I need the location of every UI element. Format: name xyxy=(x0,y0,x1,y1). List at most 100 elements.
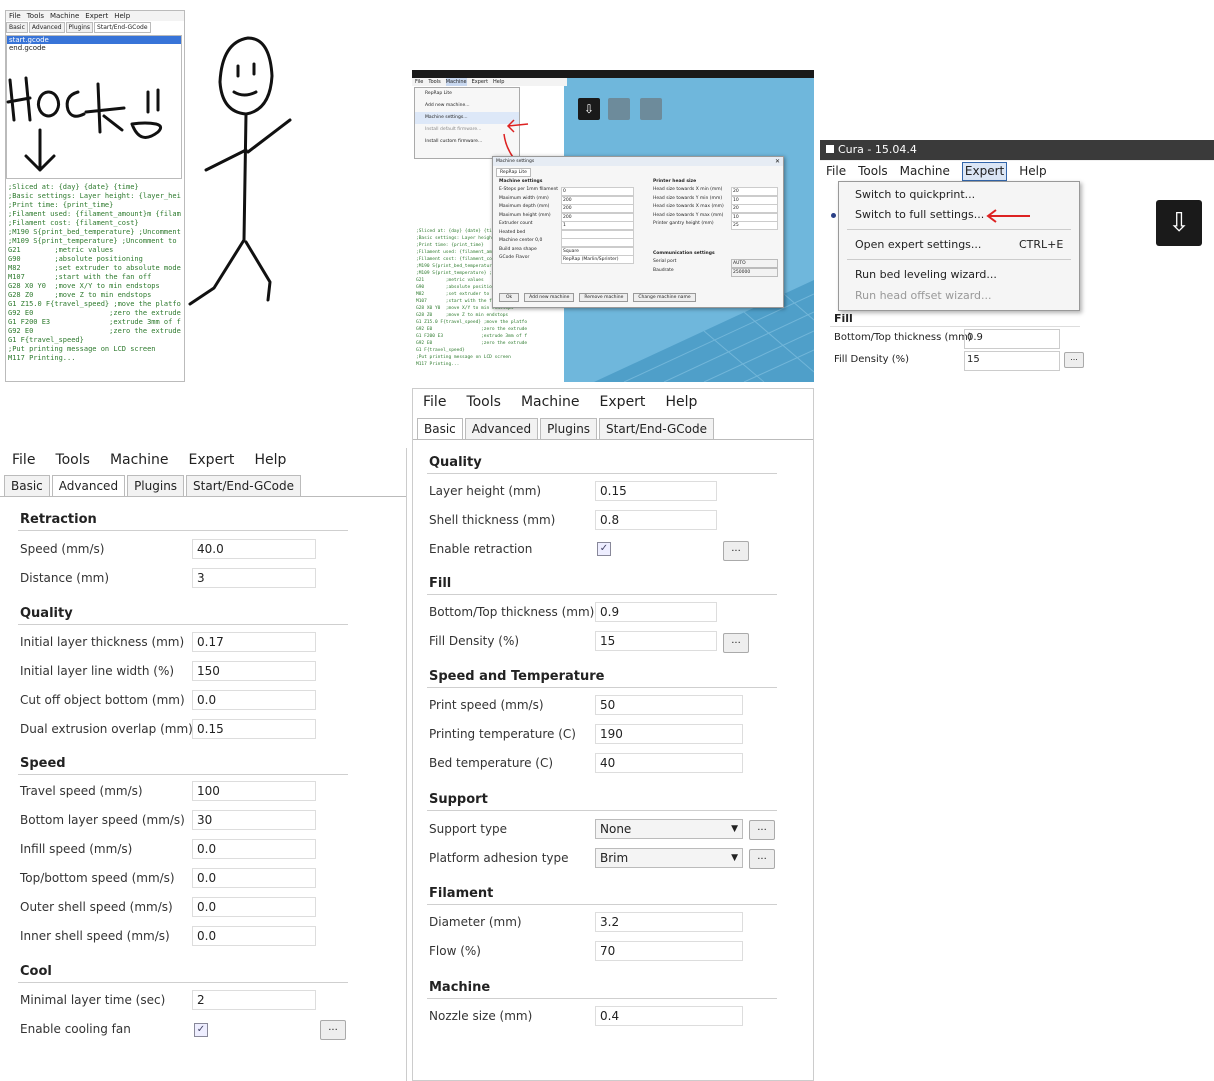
menu-expert[interactable]: Expert xyxy=(189,448,235,472)
menu-machine[interactable]: Machine xyxy=(110,448,169,472)
tab-bar: Basic Advanced Plugins Start/End-GCode xyxy=(413,417,813,440)
speed-input[interactable]: 0.0 xyxy=(192,926,316,946)
menu-machine[interactable]: Machine xyxy=(900,161,950,181)
tab-advanced[interactable]: Advanced xyxy=(51,475,126,496)
menu-tools[interactable]: Tools xyxy=(466,389,501,415)
retraction-input[interactable]: 40.0 xyxy=(192,539,316,559)
fill-input[interactable]: 15 xyxy=(595,631,717,651)
add-new-machine-button[interactable]: Add new machine xyxy=(524,293,575,302)
dialog-field-label: E-Steps per 1mm filament xyxy=(499,187,559,192)
change-machine-name-button[interactable]: Change machine name xyxy=(633,293,696,302)
tab-plugins[interactable]: Plugins xyxy=(540,418,598,439)
fill-settings-button[interactable]: ... xyxy=(1064,352,1084,368)
speed-input[interactable]: 190 xyxy=(595,724,743,744)
dialog-select[interactable]: 250000 xyxy=(731,268,778,277)
support-settings-button[interactable]: ... xyxy=(749,849,775,869)
tab-start-end-gcode[interactable]: Start/End-GCode xyxy=(186,475,301,496)
speed-input[interactable]: 40 xyxy=(595,753,743,773)
menu-help[interactable]: Help xyxy=(665,389,697,415)
tool-button-youmagine[interactable] xyxy=(640,98,662,120)
menu-item-switch-to-quickprint[interactable]: Switch to quickprint... xyxy=(855,188,975,201)
dialog-field-input[interactable]: 25 xyxy=(731,221,778,230)
cool-input[interactable]: 2 xyxy=(192,990,316,1010)
cool-label: Enable cooling fan xyxy=(20,1022,131,1036)
tab-plugins[interactable]: Plugins xyxy=(127,475,185,496)
support-select-value: Brim xyxy=(600,851,629,865)
cooling-fan-settings-button[interactable]: ... xyxy=(320,1020,346,1040)
menubar: File Tools Machine Expert Help xyxy=(412,78,567,86)
speed-input[interactable]: 0.0 xyxy=(192,839,316,859)
menu-expert[interactable]: Expert xyxy=(961,162,1008,181)
menu-item-reprap-lite[interactable]: RepRap Lite xyxy=(415,88,519,100)
dialog-field-row: Printer gantry height (mm) 25 xyxy=(653,221,778,230)
support-settings-button[interactable]: ... xyxy=(749,820,775,840)
window-title: Cura - 15.04.4 xyxy=(838,143,917,156)
quality-input[interactable]: 0.8 xyxy=(595,510,717,530)
menu-help[interactable]: Help xyxy=(493,78,504,86)
dialog-field-row: E-Steps per 1mm filament 0 xyxy=(499,187,634,196)
ok-button[interactable]: Ok xyxy=(499,293,520,302)
fill-density-input[interactable]: 15 xyxy=(964,351,1060,371)
menu-expert[interactable]: Expert xyxy=(472,78,488,86)
quality-input[interactable]: 150 xyxy=(192,661,316,681)
menu-help[interactable]: Help xyxy=(254,448,286,472)
section-divider xyxy=(18,774,348,775)
tab-start-end-gcode[interactable]: Start/End-GCode xyxy=(599,418,714,439)
menu-file[interactable]: File xyxy=(12,448,35,472)
machine-settings-screenshot: File Tools Machine Expert Help RepRap Li… xyxy=(412,70,814,382)
load-model-button[interactable]: ⇩ xyxy=(1156,200,1202,246)
speed-label: Inner shell speed (mm/s) xyxy=(20,929,170,943)
tab-advanced[interactable]: Advanced xyxy=(464,418,539,439)
section-title-filament: Filament xyxy=(429,886,494,901)
speed-input[interactable]: 0.0 xyxy=(192,897,316,917)
support-select[interactable]: None ▼ xyxy=(595,819,743,839)
retraction-settings-button[interactable]: ... xyxy=(723,541,749,561)
menu-machine[interactable]: Machine xyxy=(445,78,467,86)
section-divider xyxy=(427,687,777,688)
enable-retraction-checkbox[interactable]: ✓ xyxy=(597,542,611,556)
filament-input[interactable]: 3.2 xyxy=(595,912,743,932)
tool-button-sd[interactable] xyxy=(608,98,630,120)
remove-machine-button[interactable]: Remove machine xyxy=(579,293,629,302)
enable-cooling-fan-checkbox[interactable]: ✓ xyxy=(194,1023,208,1037)
dialog-field-input[interactable]: RepRap (Marlin/Sprinter) xyxy=(561,255,634,264)
menu-tools[interactable]: Tools xyxy=(428,78,440,86)
menu-item-open-expert-settings[interactable]: Open expert settings... xyxy=(855,238,981,251)
menu-machine[interactable]: Machine xyxy=(521,389,580,415)
tab-basic[interactable]: Basic xyxy=(417,418,463,439)
tab-basic[interactable]: Basic xyxy=(4,475,50,496)
speed-input[interactable]: 100 xyxy=(192,781,316,801)
dialog-select[interactable]: AUTO xyxy=(731,259,778,268)
dialog-tab[interactable]: RepRap Lite xyxy=(496,168,531,177)
dialog-field-row: Head size towards X max (mm) 20 xyxy=(653,204,778,213)
chevron-down-icon: ▼ xyxy=(731,853,738,863)
menu-file[interactable]: File xyxy=(423,389,446,415)
dialog-field-label: Head size towards Y max (mm) xyxy=(653,212,724,218)
quality-input[interactable]: 0.0 xyxy=(192,690,316,710)
menu-expert[interactable]: Expert xyxy=(600,389,646,415)
fill-input[interactable]: 0.9 xyxy=(595,602,717,622)
menu-file[interactable]: File xyxy=(826,161,846,181)
quality-input[interactable]: 0.17 xyxy=(192,632,316,652)
fill-settings-button[interactable]: ... xyxy=(723,633,749,653)
menu-tools[interactable]: Tools xyxy=(858,161,888,181)
bottom-top-thickness-input[interactable]: 0.9 xyxy=(964,329,1060,349)
menu-tools[interactable]: Tools xyxy=(55,448,90,472)
machine-input[interactable]: 0.4 xyxy=(595,1006,743,1026)
support-select[interactable]: Brim ▼ xyxy=(595,848,743,868)
menu-file[interactable]: File xyxy=(415,78,423,86)
menubar: File Tools Machine Expert Help xyxy=(0,448,406,472)
quality-input[interactable]: 0.15 xyxy=(192,719,316,739)
filament-input[interactable]: 70 xyxy=(595,941,743,961)
menu-help[interactable]: Help xyxy=(1019,161,1046,181)
menu-item-switch-to-full-settings[interactable]: Switch to full settings... xyxy=(855,208,984,221)
gcode-line: G92 E0 ;zero the extrude xyxy=(416,327,528,332)
quality-input[interactable]: 0.15 xyxy=(595,481,717,501)
speed-input[interactable]: 30 xyxy=(192,810,316,830)
menu-item-run-bed-leveling-wizard[interactable]: Run bed leveling wizard... xyxy=(855,268,997,281)
menu-item-add-new-machine[interactable]: Add new machine... xyxy=(415,100,519,112)
retraction-input[interactable]: 3 xyxy=(192,568,316,588)
dialog-close-icon[interactable]: ✕ xyxy=(775,158,780,165)
speed-input[interactable]: 0.0 xyxy=(192,868,316,888)
speed-input[interactable]: 50 xyxy=(595,695,743,715)
